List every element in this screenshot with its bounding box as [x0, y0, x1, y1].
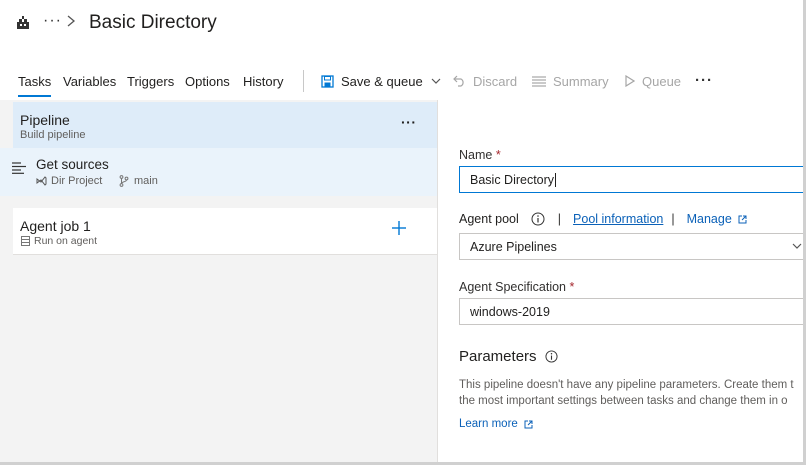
tab-variables[interactable]: Variables — [63, 74, 116, 89]
summary-label: Summary — [553, 73, 609, 89]
get-sources-item[interactable]: Get sources Dir Project main — [0, 148, 437, 196]
agent-pool-label: Agent pool — [459, 212, 519, 226]
visual-studio-icon — [36, 176, 47, 186]
toolbar: Tasks Variables Triggers Options History… — [0, 62, 806, 100]
agent-pool-row: Agent pool | Pool information | Manage — [459, 210, 747, 228]
undo-icon — [453, 75, 466, 87]
separator: | — [557, 212, 562, 226]
tab-history[interactable]: History — [243, 74, 283, 89]
sources-icon — [12, 162, 26, 174]
agent-spec-label: Agent Specification * — [459, 280, 575, 294]
agent-job-item[interactable]: Agent job 1 Run on agent — [13, 208, 437, 255]
discard-label: Discard — [473, 73, 518, 89]
save-queue-label: Save & queue — [341, 73, 423, 89]
tab-options[interactable]: Options — [185, 74, 230, 89]
info-icon[interactable] — [531, 212, 545, 226]
pool-information-link[interactable]: Pool information — [573, 212, 663, 226]
queue-button[interactable]: Queue — [625, 70, 681, 92]
chevron-down-icon — [431, 78, 441, 85]
manage-link[interactable]: Manage — [687, 212, 732, 226]
discard-button[interactable]: Discard — [453, 70, 517, 92]
header: ··· Basic Directory — [0, 0, 806, 60]
agent-pool-dropdown[interactable]: Azure Pipelines — [459, 233, 806, 260]
save-icon — [321, 74, 334, 88]
list-icon — [532, 75, 546, 87]
info-icon[interactable] — [544, 350, 558, 363]
get-sources-title: Get sources — [36, 157, 109, 172]
tab-triggers[interactable]: Triggers — [127, 74, 174, 89]
pipeline-title: Pipeline — [20, 112, 70, 128]
chevron-right-icon — [67, 15, 76, 27]
page-title: Basic Directory — [89, 12, 217, 33]
name-input[interactable]: Basic Directory — [459, 166, 806, 193]
branch-icon — [119, 175, 129, 187]
queue-label: Queue — [642, 73, 682, 89]
learn-more-link[interactable]: Learn more — [459, 418, 533, 430]
chevron-down-icon — [792, 243, 802, 249]
pipeline-item[interactable]: Pipeline Build pipeline ··· — [13, 102, 437, 148]
external-link-icon — [738, 215, 747, 224]
play-icon — [625, 75, 635, 87]
parameters-heading: Parameters — [459, 348, 558, 365]
organization-icon[interactable] — [15, 15, 31, 31]
more-actions-button[interactable]: ··· — [695, 72, 713, 89]
server-icon — [21, 236, 30, 246]
agent-spec-dropdown[interactable]: windows-2019 — [459, 298, 806, 325]
tab-tasks[interactable]: Tasks — [18, 74, 52, 97]
separator: | — [671, 212, 675, 226]
toolbar-divider — [303, 70, 304, 92]
task-list-panel: Pipeline Build pipeline ··· Get sources … — [0, 100, 437, 465]
save-queue-button[interactable]: Save & queue — [321, 70, 441, 92]
name-label: Name * — [459, 148, 501, 162]
add-task-icon[interactable] — [390, 219, 408, 237]
agent-job-subtitle: Run on agent — [34, 235, 98, 247]
agent-job-title: Agent job 1 — [20, 218, 91, 234]
pipeline-subtitle: Build pipeline — [20, 129, 86, 141]
source-project: Dir Project — [51, 175, 103, 187]
pipeline-more-button[interactable]: ··· — [401, 114, 417, 130]
source-branch: main — [134, 175, 158, 187]
external-link-icon — [524, 420, 533, 429]
breadcrumb-more-button[interactable]: ··· — [43, 12, 62, 30]
summary-button[interactable]: Summary — [532, 70, 609, 92]
parameters-description: This pipeline doesn't have any pipeline … — [459, 379, 794, 407]
properties-panel: Name * Basic Directory Agent pool | Pool… — [438, 100, 806, 465]
